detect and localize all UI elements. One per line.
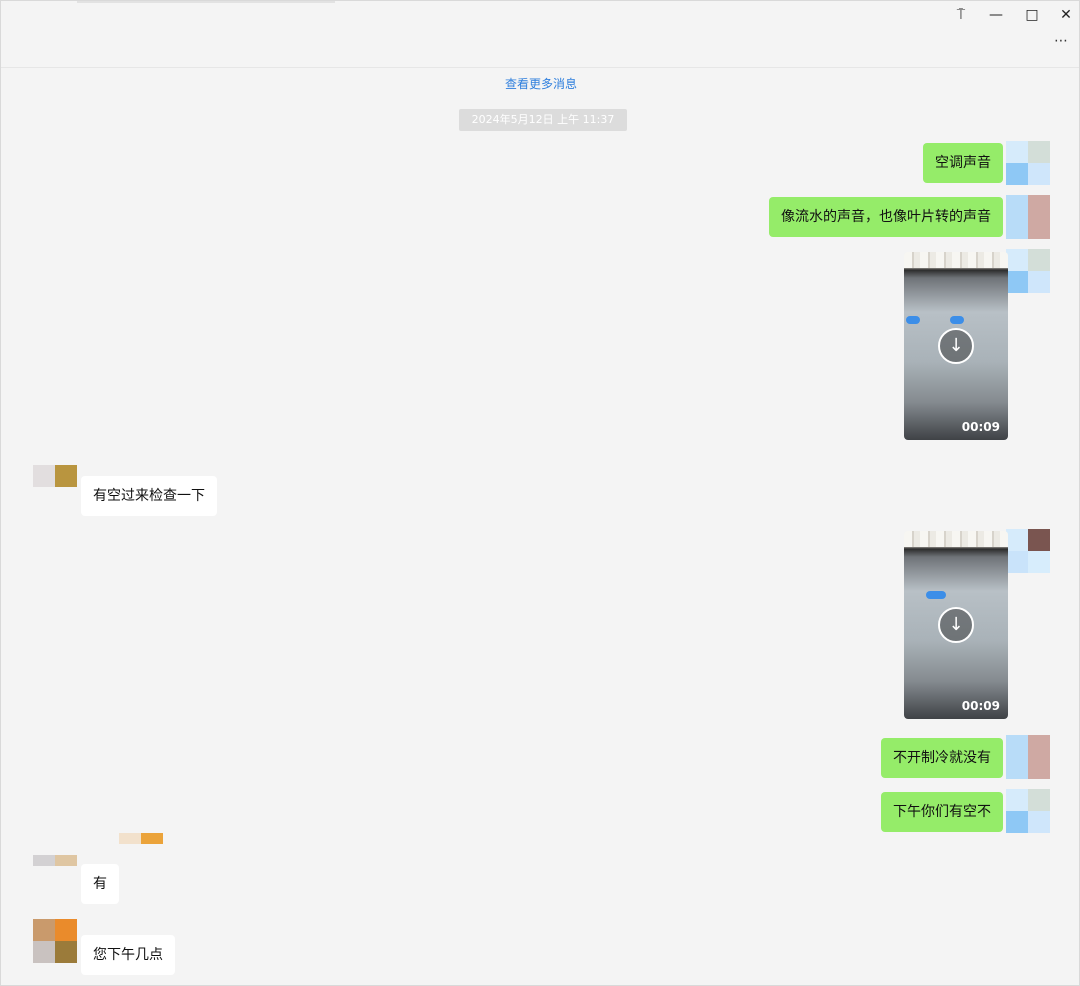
view-more-messages-link[interactable]: 查看更多消息: [1, 75, 1079, 92]
download-icon[interactable]: ↓: [938, 328, 974, 364]
minimize-icon[interactable]: —: [984, 3, 1008, 27]
title-bar: ⍑ — □ ✕ ⋯: [1, 1, 1079, 68]
message-bubble-incoming[interactable]: 您下午几点: [81, 935, 175, 975]
video-duration: 00:09: [961, 699, 1000, 713]
my-avatar[interactable]: [1006, 789, 1050, 833]
video-message[interactable]: ↓ 00:09: [904, 531, 1008, 719]
pin-icon[interactable]: ⍑: [949, 3, 973, 27]
message-bubble-outgoing[interactable]: 空调声音: [923, 143, 1003, 183]
video-thumbnail-strip: [904, 252, 1008, 268]
maximize-icon[interactable]: □: [1020, 3, 1044, 27]
close-icon[interactable]: ✕: [1054, 3, 1078, 27]
video-thumbnail-detail: [950, 316, 964, 324]
video-thumbnail-detail: [906, 316, 920, 324]
my-avatar[interactable]: [1006, 735, 1050, 779]
message-bubble-outgoing[interactable]: 下午你们有空不: [881, 792, 1003, 832]
my-avatar[interactable]: [1006, 529, 1050, 573]
my-avatar[interactable]: [1006, 141, 1050, 185]
contact-avatar[interactable]: [33, 919, 77, 963]
video-message[interactable]: ↓ 00:09: [904, 252, 1008, 440]
contact-avatar[interactable]: [119, 833, 163, 855]
message-bubble-outgoing[interactable]: 像流水的声音，也像叶片转的声音: [769, 197, 1003, 237]
video-duration: 00:09: [961, 420, 1000, 434]
message-bubble-outgoing[interactable]: 不开制冷就没有: [881, 738, 1003, 778]
chat-window: ⍑ — □ ✕ ⋯ 查看更多消息 2024年5月12日 上午 11:37 空调声…: [0, 0, 1080, 986]
download-icon[interactable]: ↓: [938, 607, 974, 643]
video-thumbnail-strip: [904, 531, 1008, 547]
contact-avatar[interactable]: [33, 855, 77, 877]
my-avatar[interactable]: [1006, 195, 1050, 239]
my-avatar[interactable]: [1006, 249, 1050, 293]
video-thumbnail-detail: [926, 591, 946, 599]
message-bubble-incoming[interactable]: 有空过来检查一下: [81, 476, 217, 516]
more-options-icon[interactable]: ⋯: [1049, 31, 1073, 51]
message-timestamp: 2024年5月12日 上午 11:37: [459, 109, 627, 131]
message-bubble-incoming[interactable]: 有: [81, 864, 119, 904]
contact-avatar[interactable]: [33, 465, 77, 509]
